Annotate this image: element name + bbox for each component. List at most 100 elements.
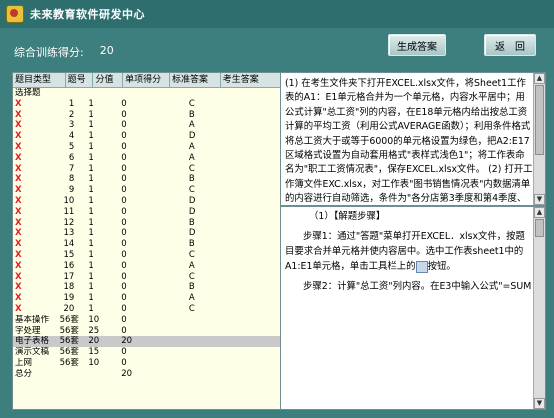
table-row[interactable]: X 12 1 0 B xyxy=(13,218,281,229)
table-row[interactable]: X 11 1 0 D xyxy=(13,207,281,218)
table-row[interactable]: X 18 1 0 B xyxy=(13,282,281,293)
table-row[interactable]: X 17 1 0 C xyxy=(13,272,281,283)
table-row[interactable]: X 19 1 0 A xyxy=(13,293,281,304)
back-button[interactable]: 返 回 xyxy=(484,34,536,56)
row-score: 0 xyxy=(121,260,127,271)
row-score: 0 xyxy=(121,357,127,368)
score-label: 综合训练得分: xyxy=(14,46,84,59)
row-value: 1 xyxy=(88,141,94,152)
row-score: 0 xyxy=(121,282,127,293)
table-row[interactable]: X 5 1 0 A xyxy=(13,142,281,153)
row-score: 0 xyxy=(121,228,127,239)
row-score: 0 xyxy=(121,206,127,217)
row-student-answer xyxy=(230,153,281,164)
column-header-student-answer[interactable]: 考生答案 xyxy=(221,73,281,87)
table-row[interactable]: X 6 1 0 A xyxy=(13,153,281,164)
row-score: 0 xyxy=(121,303,127,314)
row-student-answer xyxy=(230,250,281,261)
table-row[interactable]: X 15 1 0 C xyxy=(13,250,281,261)
row-standard-answer xyxy=(159,326,230,337)
row-type: 字处理 xyxy=(15,325,41,336)
scroll-down-icon[interactable]: ▼ xyxy=(534,398,545,409)
row-type: 总分 xyxy=(15,368,33,379)
column-header-number[interactable]: 题号 xyxy=(66,73,94,87)
row-value: 1 xyxy=(88,239,94,250)
row-value: 1 xyxy=(88,293,94,304)
row-score: 0 xyxy=(121,131,127,142)
scroll-up-icon[interactable]: ▲ xyxy=(534,73,545,84)
solution-scrollbar[interactable]: ▲ ▼ xyxy=(533,207,545,409)
row-type: X xyxy=(15,271,22,282)
table-row[interactable]: 演示文稿 56套 15 0 xyxy=(13,347,281,358)
row-type: 电子表格 xyxy=(15,336,50,347)
row-type: 演示文稿 xyxy=(15,347,50,358)
column-header-score[interactable]: 单项得分 xyxy=(123,73,171,87)
row-student-answer xyxy=(230,261,281,272)
table-row[interactable]: 总分 20 xyxy=(13,369,281,380)
row-number: 3 xyxy=(68,120,75,131)
column-header-value[interactable]: 分值 xyxy=(93,73,124,87)
row-standard-answer: C xyxy=(188,249,195,260)
question-text: (1) 在考生文件夹下打开EXCEL.xlsx文件，将Sheet1工作表的A1：… xyxy=(285,78,533,205)
row-score: 0 xyxy=(121,217,127,228)
scroll-thumb[interactable] xyxy=(535,219,544,237)
table-row[interactable]: 上网 56套 10 0 xyxy=(13,358,281,369)
table-row[interactable]: X 2 1 0 B xyxy=(13,110,281,121)
scroll-down-icon[interactable]: ▼ xyxy=(534,194,545,205)
row-type: X xyxy=(15,195,22,206)
score-line: 综合训练得分: 20 xyxy=(14,44,114,60)
row-standard-answer: D xyxy=(188,195,196,206)
row-number: 7 xyxy=(68,163,75,174)
table-row[interactable]: X 13 1 0 D xyxy=(13,228,281,239)
scroll-up-icon[interactable]: ▲ xyxy=(534,207,545,218)
generate-answer-button[interactable]: 生成答案 xyxy=(388,34,446,56)
row-type: X xyxy=(15,239,22,250)
row-number: 13 xyxy=(63,228,75,239)
table-row[interactable]: X 16 1 0 A xyxy=(13,261,281,272)
table-row[interactable]: X 3 1 0 A xyxy=(13,120,281,131)
row-standard-answer: B xyxy=(188,282,195,293)
question-scrollbar[interactable]: ▲ ▼ xyxy=(533,73,545,205)
table-row[interactable]: 选择题 xyxy=(13,88,281,99)
table-row[interactable]: X 20 1 0 C xyxy=(13,304,281,315)
row-number: 14 xyxy=(63,239,75,250)
row-type: X xyxy=(15,260,22,271)
table-row[interactable]: X 7 1 0 C xyxy=(13,164,281,175)
row-type: 基本操作 xyxy=(15,314,50,325)
row-value: 1 xyxy=(88,217,94,228)
table-row[interactable]: X 8 1 0 B xyxy=(13,174,281,185)
row-number xyxy=(58,369,81,380)
app-title: 未来教育软件研发中心 xyxy=(30,8,145,21)
row-score: 0 xyxy=(121,163,127,174)
row-student-answer xyxy=(230,142,281,153)
column-header-standard-answer[interactable]: 标准答案 xyxy=(170,73,221,87)
app-window: 未来教育软件研发中心 综合训练得分: 20 生成答案 返 回 题目类型 题号 分… xyxy=(0,0,554,418)
merge-center-icon xyxy=(415,260,428,273)
row-type: X xyxy=(15,185,22,196)
row-student-answer xyxy=(230,315,281,326)
row-score: 0 xyxy=(121,195,127,206)
table-row[interactable]: X 10 1 0 D xyxy=(13,196,281,207)
row-student-answer xyxy=(230,369,281,380)
table-row[interactable]: X 4 1 0 D xyxy=(13,131,281,142)
row-student-answer xyxy=(230,131,281,142)
row-standard-answer xyxy=(159,88,230,99)
row-value: 1 xyxy=(88,249,94,260)
scroll-thumb[interactable] xyxy=(535,85,544,155)
table-row[interactable]: X 1 1 0 C xyxy=(13,99,281,110)
solution-panel: （1）【解题步骤】 步骤1：通过"答题"菜单打开EXCEL．xlsx文件，按题目… xyxy=(280,206,546,410)
row-value: 1 xyxy=(88,131,94,142)
row-student-answer xyxy=(230,164,281,175)
table-row[interactable]: X 9 1 0 C xyxy=(13,185,281,196)
row-value: 1 xyxy=(88,282,94,293)
row-student-answer xyxy=(230,228,281,239)
row-score: 0 xyxy=(121,109,127,120)
row-standard-answer: A xyxy=(188,152,195,163)
row-standard-answer: B xyxy=(188,109,195,120)
table-row[interactable]: 电子表格 56套 20 20 xyxy=(13,336,281,348)
solution-step-1-tail: 按钮。 xyxy=(427,261,456,272)
table-row[interactable]: 基本操作 56套 10 0 xyxy=(13,315,281,326)
table-row[interactable]: X 14 1 0 B xyxy=(13,239,281,250)
column-header-type[interactable]: 题目类型 xyxy=(13,73,66,87)
table-row[interactable]: 字处理 56套 25 0 xyxy=(13,326,281,337)
